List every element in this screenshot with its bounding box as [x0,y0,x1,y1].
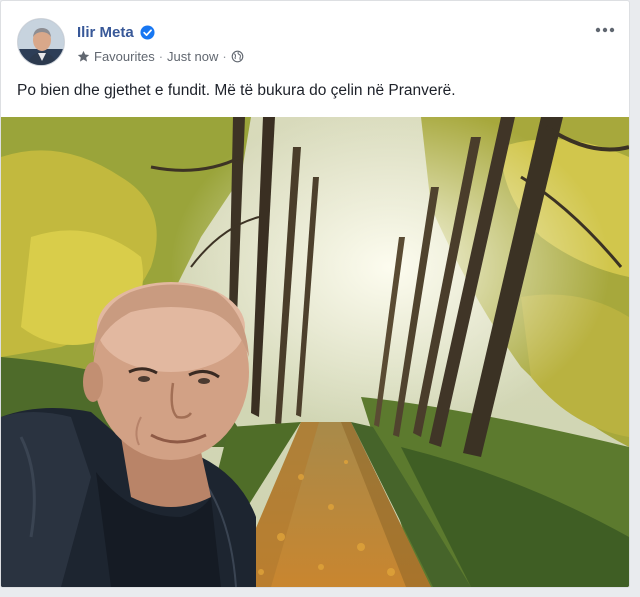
more-options-button[interactable] [593,20,617,40]
meta-separator-2: · [222,48,227,64]
timestamp[interactable]: Just now [167,49,218,64]
verified-badge-icon [140,24,155,40]
star-icon [77,50,90,63]
avatar[interactable] [17,18,65,66]
author-name[interactable]: Ilir Meta [77,24,134,41]
facebook-post: Ilir Meta Favourites · Just now · Po bie… [0,0,630,588]
globe-icon[interactable] [231,50,244,63]
post-meta: Favourites · Just now · [77,48,244,64]
post-photo[interactable] [1,117,629,587]
more-options-icon [595,27,615,33]
author-line: Ilir Meta [77,22,155,42]
post-header: Ilir Meta Favourites · Just now · [17,18,617,68]
audience-label[interactable]: Favourites [94,49,155,64]
post-message: Po bien dhe gjethet e fundit. Më të buku… [17,82,456,99]
meta-separator: · [158,48,164,64]
selfie-autumn-path-photo [1,117,629,587]
